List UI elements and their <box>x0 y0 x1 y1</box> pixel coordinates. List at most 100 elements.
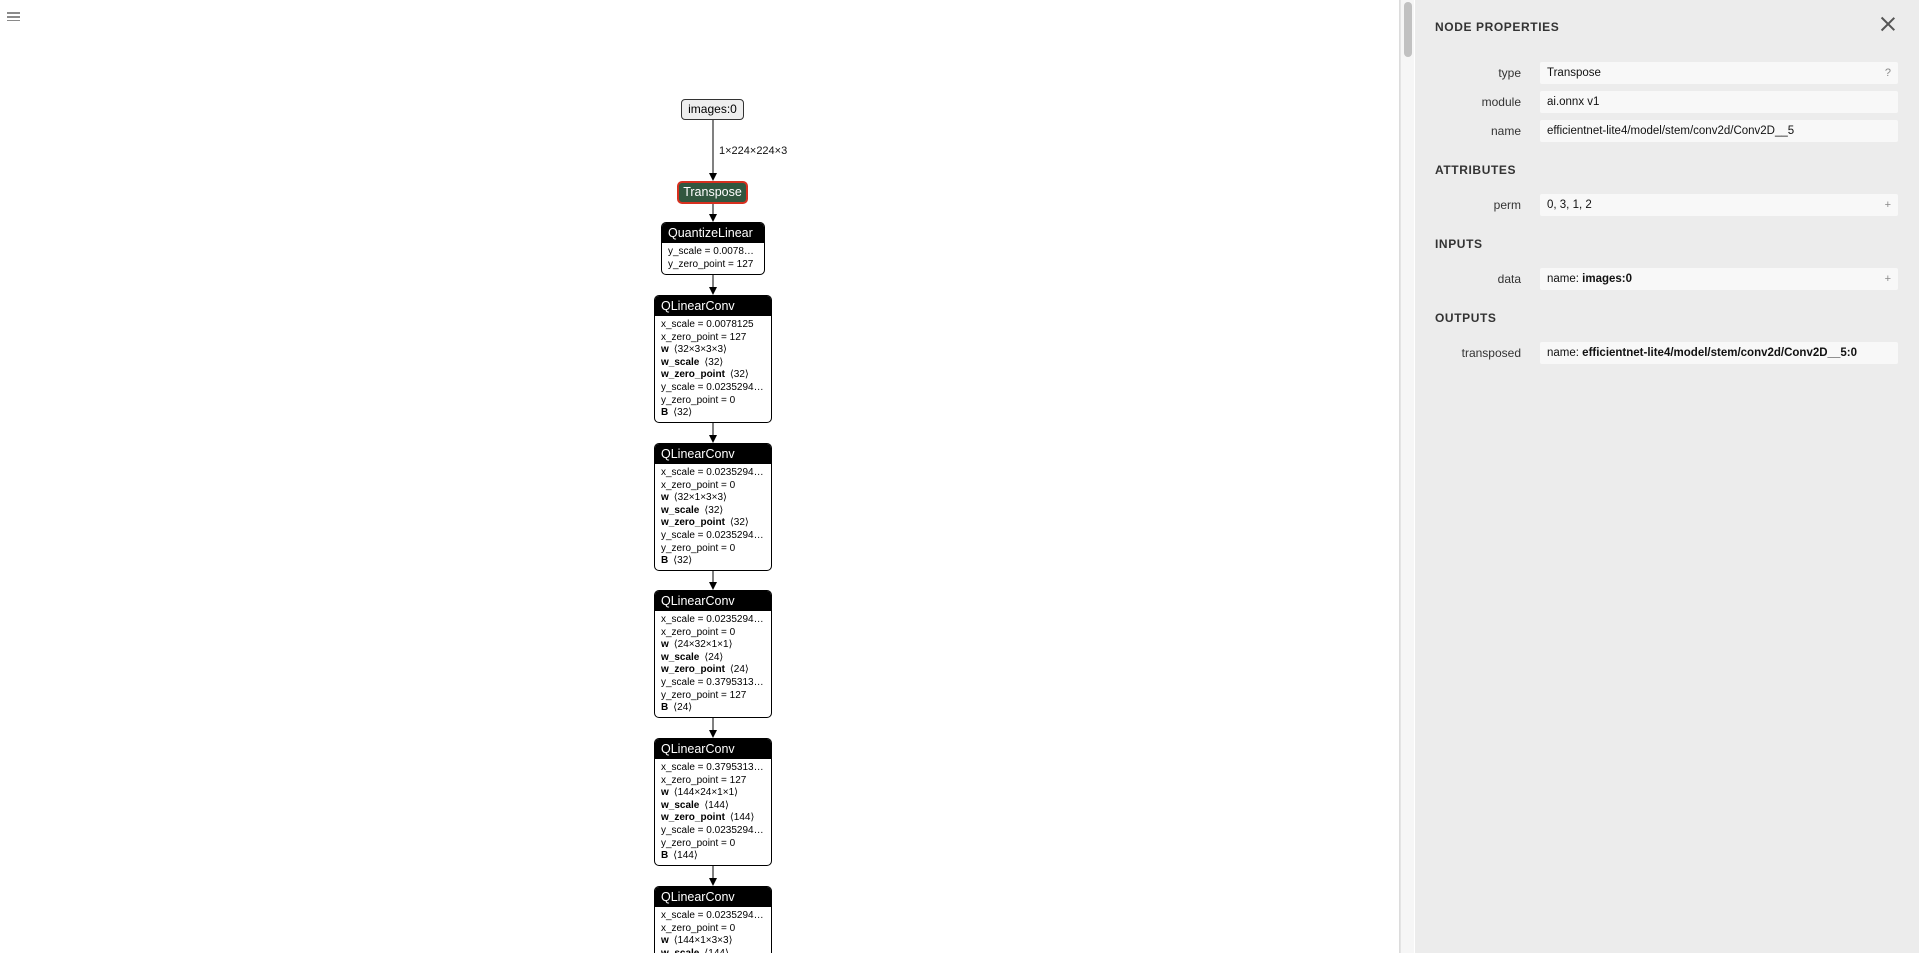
node-title: QLinearConv <box>655 296 771 316</box>
perm-value: 0, 3, 1, 2 + <box>1540 194 1898 216</box>
attr-shape: ⟨32⟩ <box>704 504 724 516</box>
attr-key: w <box>661 492 669 504</box>
qlinearconv-node[interactable]: QLinearConv x_scale = 0.37953138… x_zero_p… <box>654 738 772 866</box>
node-attr: y_zero_point = 0 <box>661 838 765 851</box>
name-value: efficientnet-lite4/model/stem/conv2d/Con… <box>1540 120 1898 142</box>
expand-plus-icon[interactable]: + <box>1885 194 1891 216</box>
node-attr: w_scale ⟨144⟩ <box>661 800 765 813</box>
scrollbar-thumb[interactable] <box>1404 2 1412 57</box>
name-prefix: name: <box>1547 347 1583 359</box>
node-attributes: x_scale = 0.02352941… x_zero_point = 0 w ⟨2… <box>655 611 771 715</box>
node-attr: B ⟨24⟩ <box>661 702 765 715</box>
output-name: efficientnet-lite4/model/stem/conv2d/Con… <box>1582 347 1857 359</box>
node-attr: y_scale = 0.0078125 <box>668 246 758 257</box>
node-attr: y_zero_point = 127 <box>661 690 765 703</box>
attr-key: y_zero_point = 127 <box>661 689 747 701</box>
node-attr: x_zero_point = 127 <box>661 775 765 788</box>
type-label: type <box>1498 66 1521 80</box>
node-title: QLinearConv <box>655 444 771 464</box>
attr-key: w <box>661 787 669 799</box>
input-node-images[interactable]: images:0 <box>681 99 744 120</box>
quantizelinear-node[interactable]: QuantizeLinear y_scale = 0.0078125 y_zer… <box>661 222 765 275</box>
attr-key: x_zero_point = 0 <box>661 626 736 638</box>
attr-key: x_zero_point = 127 <box>661 331 747 343</box>
attr-key: y_scale = 0.02352941… <box>661 381 765 393</box>
qlinearconv-node[interactable]: QLinearConv x_scale = 0.02352941… x_zero_p… <box>654 886 772 953</box>
panel-title: NODE PROPERTIES <box>1435 20 1560 34</box>
qlinearconv-node[interactable]: QLinearConv x_scale = 0.0078125 x_zero_poi… <box>654 295 772 423</box>
attr-shape: ⟨32⟩ <box>673 407 693 419</box>
close-icon[interactable] <box>1880 16 1896 32</box>
app-window: images:0 1×224×224×3 Transpose QuantizeL… <box>0 0 1919 953</box>
node-attr: w ⟨24×32×1×1⟩ <box>661 639 765 652</box>
qlinearconv-node[interactable]: QLinearConv x_scale = 0.02352941… x_zero_p… <box>654 590 772 718</box>
node-attr: w_scale ⟨32⟩ <box>661 357 765 370</box>
attr-key: w_scale <box>661 799 700 811</box>
input-name: images:0 <box>1582 273 1633 285</box>
node-attr: B ⟨144⟩ <box>661 850 765 863</box>
node-attr: w_scale ⟨24⟩ <box>661 652 765 665</box>
attr-key: x_zero_point = 127 <box>661 774 747 786</box>
graph-canvas[interactable]: images:0 1×224×224×3 Transpose QuantizeL… <box>0 0 1398 953</box>
node-attr: w_zero_point ⟨24⟩ <box>661 664 765 677</box>
attr-shape: ⟨144⟩ <box>704 948 729 953</box>
perm-label: perm <box>1493 198 1521 212</box>
node-attr: x_scale = 0.02352941… <box>661 467 765 480</box>
attr-shape: ⟨144⟩ <box>704 799 729 811</box>
name-label: name <box>1490 124 1521 138</box>
node-attr: y_scale = 0.02352941… <box>661 530 765 543</box>
help-icon[interactable]: ? <box>1885 62 1891 84</box>
attr-key: B <box>661 850 669 862</box>
attr-key: x_zero_point = 0 <box>661 479 736 491</box>
attr-shape: ⟨144×1×3×3⟩ <box>673 935 733 947</box>
node-attr: B ⟨32⟩ <box>661 407 765 420</box>
node-title: QLinearConv <box>655 887 771 907</box>
attr-key: y_zero_point = 0 <box>661 394 736 406</box>
data-label: data <box>1497 272 1521 286</box>
attr-shape: ⟨32⟩ <box>673 555 693 567</box>
node-attr: y_scale = 0.02352941… <box>661 382 765 395</box>
attr-key: y_scale = 0.02352941… <box>661 824 765 836</box>
attr-shape: ⟨144⟩ <box>673 850 698 862</box>
attr-key: x_scale = 0.37953138… <box>661 762 765 773</box>
transpose-node[interactable]: Transpose <box>677 181 748 204</box>
node-attr: w_zero_point ⟨32⟩ <box>661 517 765 530</box>
attr-key: w_scale <box>661 948 699 953</box>
node-attr: w_scale ⟨144⟩ <box>661 948 765 953</box>
node-attr: x_scale = 0.37953138… <box>661 762 765 775</box>
attr-key: w_scale <box>661 504 700 516</box>
attr-key: B <box>661 555 669 567</box>
transposed-label: transposed <box>1461 346 1521 360</box>
node-attr: w ⟨144×24×1×1⟩ <box>661 787 765 800</box>
attr-shape: ⟨144⟩ <box>729 812 755 824</box>
expand-plus-icon[interactable]: + <box>1885 268 1891 290</box>
attr-key: x_scale = 0.02352941… <box>661 910 765 921</box>
attr-shape: ⟨32⟩ <box>729 517 749 529</box>
attr-key: x_scale = 0.0078125 <box>661 319 754 330</box>
qlinearconv-node[interactable]: QLinearConv x_scale = 0.02352941… x_zero_p… <box>654 443 772 571</box>
attr-key: w_zero_point <box>661 812 725 824</box>
attr-shape: ⟨32⟩ <box>704 356 724 368</box>
node-attr: x_zero_point = 0 <box>661 627 765 640</box>
attr-key: B <box>661 702 669 714</box>
inputs-section-title: INPUTS <box>1435 237 1483 251</box>
attr-key: w_zero_point <box>661 517 725 529</box>
attributes-section-title: ATTRIBUTES <box>1435 163 1517 177</box>
node-attributes: x_scale = 0.02352941… x_zero_point = 0 w ⟨3… <box>655 464 771 568</box>
attr-key: B <box>661 407 669 419</box>
node-attr: x_scale = 0.0078125 <box>661 319 765 332</box>
node-attr: w_zero_point ⟨144⟩ <box>661 812 765 825</box>
attr-shape: ⟨24⟩ <box>729 664 749 676</box>
attr-shape: ⟨144×24×1×1⟩ <box>673 787 739 799</box>
graph-scrollbar[interactable] <box>1400 0 1414 953</box>
node-title: QLinearConv <box>655 591 771 611</box>
node-attr: w ⟨144×1×3×3⟩ <box>661 935 765 948</box>
node-attr: w_zero_point ⟨32⟩ <box>661 369 765 382</box>
attr-key: w_scale <box>661 356 700 368</box>
node-attr: y_zero_point = 0 <box>661 543 765 556</box>
attr-shape: ⟨24×32×1×1⟩ <box>673 639 733 651</box>
attr-key: y_scale = 0.37953138… <box>661 676 765 688</box>
attr-key: x_scale = 0.02352941… <box>661 614 765 625</box>
attr-key: y_zero_point = 0 <box>661 542 736 554</box>
attr-shape: ⟨24⟩ <box>704 651 724 663</box>
